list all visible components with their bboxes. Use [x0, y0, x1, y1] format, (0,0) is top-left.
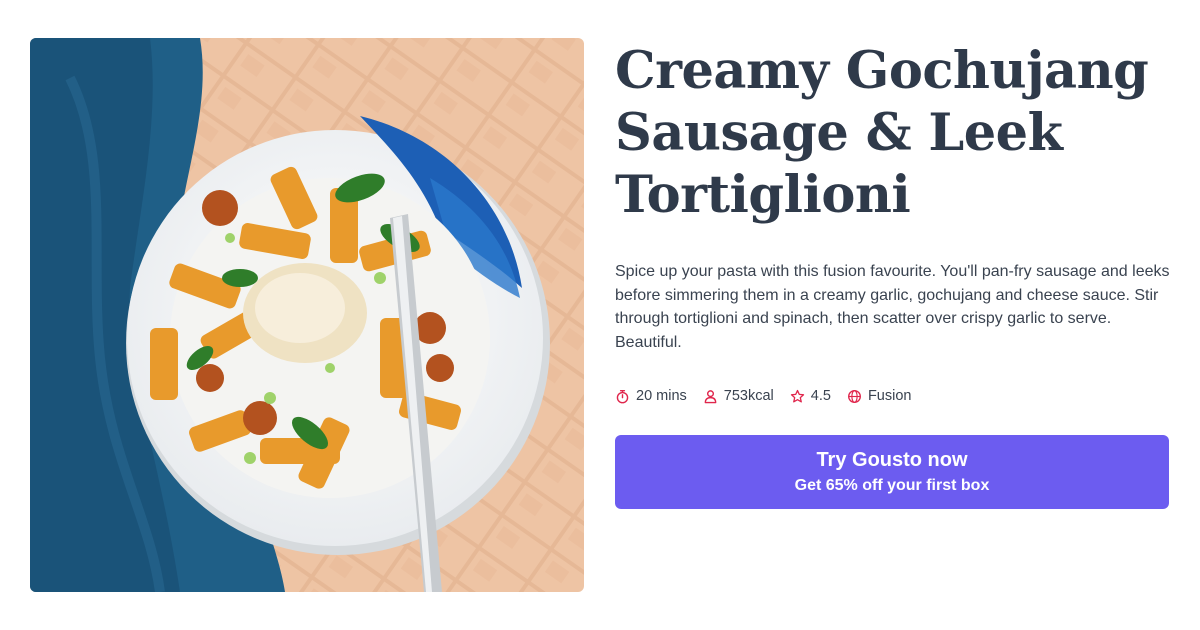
recipe-title-line: Tortiglioni	[615, 165, 911, 225]
meta-cuisine: Fusion	[847, 388, 912, 404]
meta-time-text: 20 mins	[636, 388, 687, 404]
cta-subtitle: Get 65% off your first box	[794, 476, 990, 494]
recipe-title: Creamy Gochujang Sausage & Leek Tortigli…	[615, 40, 1170, 226]
meta-rating-text: 4.5	[810, 388, 831, 404]
globe-icon	[847, 389, 861, 403]
meta-rating: 4.5	[790, 388, 831, 404]
stopwatch-icon	[616, 389, 629, 403]
recipe-description: Spice up your pasta with this fusion fav…	[615, 263, 1170, 351]
meta-calories-text: 753kcal	[723, 388, 774, 404]
recipe-meta: 20 mins 753kcal 4.5 Fusion	[615, 386, 1170, 406]
recipe-title-line: Sausage & Leek	[615, 103, 1063, 163]
recipe-photo	[30, 38, 584, 592]
meta-time: 20 mins	[615, 388, 687, 404]
cta-title: Try Gousto now	[816, 448, 968, 471]
star-icon	[790, 389, 804, 402]
person-icon	[704, 389, 717, 403]
meta-calories: 753kcal	[703, 388, 774, 404]
recipe-card: Creamy Gochujang Sausage & Leek Tortigli…	[0, 0, 1200, 630]
meta-cuisine-text: Fusion	[867, 388, 912, 404]
recipe-content: Creamy Gochujang Sausage & Leek Tortigli…	[615, 40, 1170, 509]
recipe-title-line: Creamy Gochujang	[615, 41, 1149, 101]
try-gousto-button[interactable]: Try Gousto now Get 65% off your first bo…	[615, 435, 1169, 509]
